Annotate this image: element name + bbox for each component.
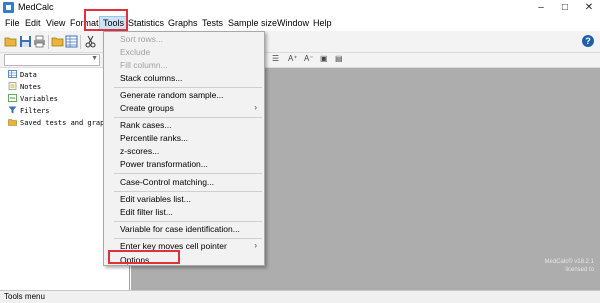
menu-separator: [114, 87, 262, 88]
menu-item-case-control-matching[interactable]: Case-Control matching...: [120, 177, 214, 187]
increase-font-icon[interactable]: A⁺: [288, 54, 298, 63]
chevron-down-icon: ▼: [91, 55, 98, 62]
submenu-arrow-icon: ›: [254, 103, 257, 112]
menu-item-percentile-ranks[interactable]: Percentile ranks...: [120, 133, 188, 143]
main-toolbar: ?: [0, 31, 600, 53]
menu-item-edit-variables-list[interactable]: Edit variables list...: [120, 194, 191, 204]
print-icon[interactable]: [33, 35, 46, 48]
format-toolbar: ▼ ☰ A⁺ A⁻ ▣ ▤: [0, 53, 600, 68]
menu-help[interactable]: Help: [313, 18, 332, 28]
menu-window[interactable]: Window: [277, 18, 309, 28]
tree-item-label: Data: [20, 71, 37, 79]
menu-item-sort-rows: Sort rows...: [120, 34, 163, 44]
menu-item-variable-for-case-identification[interactable]: Variable for case identification...: [120, 224, 240, 234]
menu-separator: [114, 173, 262, 174]
tree-item-saved-tests[interactable]: Saved tests and graphs: [8, 118, 113, 127]
options-highlight-box: [108, 250, 180, 264]
window-title: MedCalc: [18, 2, 54, 12]
version-watermark: MedCalc® v18.2.1: [544, 259, 594, 265]
open-folder-icon[interactable]: [4, 35, 17, 48]
data-sheet-icon: [8, 70, 17, 78]
menu-separator: [114, 117, 262, 118]
help-icon[interactable]: ?: [582, 35, 594, 47]
tree-item-label: Notes: [20, 83, 42, 91]
menu-tests[interactable]: Tests: [202, 18, 223, 28]
decrease-font-icon[interactable]: A⁻: [304, 54, 314, 63]
variables-icon: [8, 94, 17, 102]
tree-item-label: Filters: [20, 107, 50, 115]
status-text: Tools menu: [4, 292, 45, 301]
menu-view[interactable]: View: [46, 18, 65, 28]
tree-item-data[interactable]: Data: [8, 70, 37, 79]
close-button[interactable]: ✕: [578, 0, 600, 15]
menu-item-exclude: Exclude: [120, 47, 151, 57]
list-icon[interactable]: ☰: [272, 54, 279, 63]
tools-dropdown-menu: Sort rows... Exclude Fill column... Stac…: [103, 31, 265, 266]
menu-file[interactable]: File: [5, 18, 20, 28]
menu-item-create-groups[interactable]: Create groups: [120, 103, 174, 113]
status-bar: Tools menu: [0, 290, 600, 303]
tree-item-notes[interactable]: Notes: [8, 82, 41, 91]
maximize-button[interactable]: □: [554, 0, 576, 15]
tree-item-filters[interactable]: Filters: [8, 106, 50, 115]
tools-highlight-box: [84, 9, 128, 31]
notes-icon: [8, 82, 17, 90]
submenu-arrow-icon: ›: [254, 241, 257, 250]
menu-item-fill-column: Fill column...: [120, 60, 168, 70]
tree-item-label: Saved tests and graphs: [20, 119, 113, 127]
menu-graphs[interactable]: Graphs: [168, 18, 198, 28]
toolbar-separator: [80, 35, 81, 49]
menu-item-stack-columns[interactable]: Stack columns...: [120, 73, 182, 83]
toolbar-separator: [48, 35, 49, 49]
license-watermark: licensed to: [565, 267, 594, 273]
medcalc-app-icon: [3, 2, 14, 13]
menu-separator: [114, 221, 262, 222]
image-icon[interactable]: ▣: [320, 54, 328, 63]
menu-item-z-scores[interactable]: z-scores...: [120, 146, 159, 156]
page-icon[interactable]: ▤: [335, 54, 343, 63]
menu-item-rank-cases[interactable]: Rank cases...: [120, 120, 172, 130]
menu-item-edit-filter-list[interactable]: Edit filter list...: [120, 207, 173, 217]
menu-separator: [114, 238, 262, 239]
minimize-button[interactable]: –: [530, 0, 552, 15]
folder-tree-icon[interactable]: [51, 35, 64, 48]
font-selector[interactable]: ▼: [4, 54, 100, 66]
cut-icon[interactable]: [84, 35, 97, 48]
menu-edit[interactable]: Edit: [25, 18, 41, 28]
tree-item-variables[interactable]: Variables: [8, 94, 58, 103]
filter-icon: [8, 106, 17, 114]
menu-item-generate-random-sample[interactable]: Generate random sample...: [120, 90, 223, 100]
menu-sample-size[interactable]: Sample size: [228, 18, 277, 28]
spreadsheet-icon[interactable]: [65, 35, 78, 48]
menu-statistics[interactable]: Statistics: [128, 18, 164, 28]
folder-icon: [8, 118, 17, 126]
menu-item-power-transformation[interactable]: Power transformation...: [120, 159, 208, 169]
save-icon[interactable]: [19, 35, 32, 48]
tree-item-label: Variables: [20, 95, 58, 103]
menu-separator: [114, 191, 262, 192]
